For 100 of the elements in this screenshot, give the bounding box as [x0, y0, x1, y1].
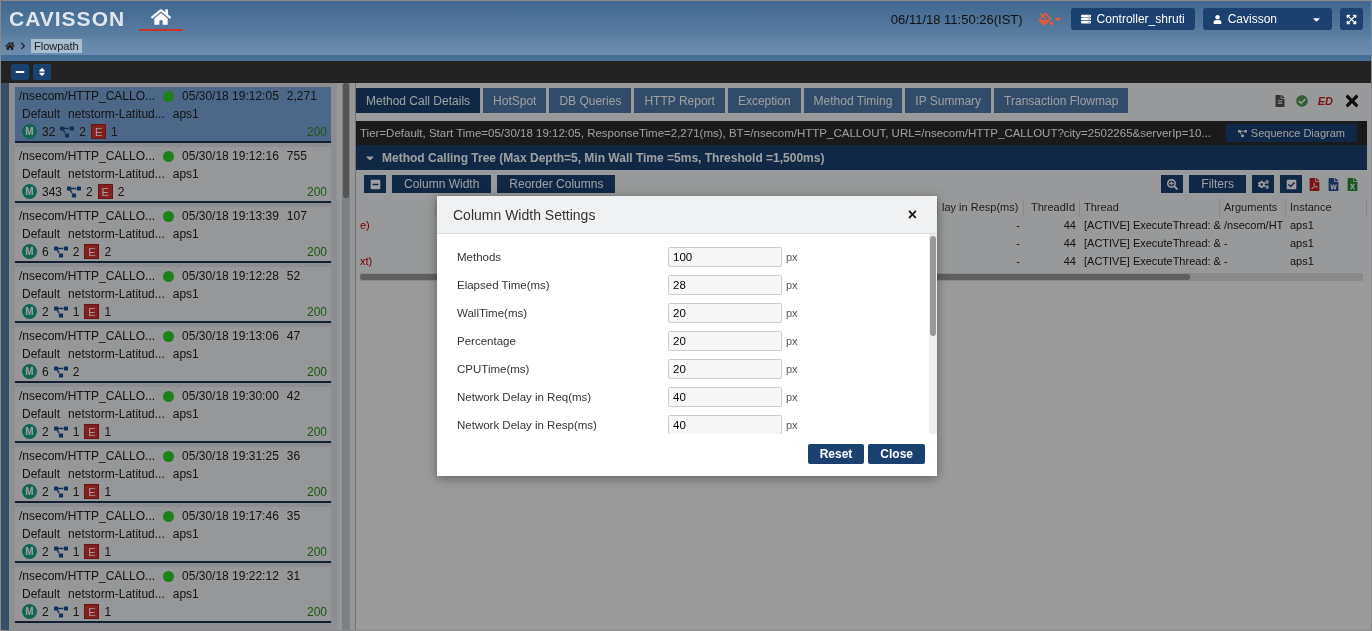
dialog-button[interactable]: Close	[868, 444, 925, 464]
method-count: 2	[42, 304, 49, 319]
method-tree-header[interactable]: Method Calling Tree (Max Depth=5, Min Wall Time =5ms, Threshold =1,500ms)	[356, 145, 1367, 170]
flowpath-card[interactable]: /nsecom/HTTP_CALLO... 05/30/18 19:13:06 47 Default netstorm-Latitud... aps1 M 6 2 200	[15, 327, 331, 383]
filters-button[interactable]: Filters	[1189, 175, 1246, 193]
method-badge: M	[22, 484, 37, 499]
column-header: ThreadId	[1024, 199, 1080, 217]
toolbar-button[interactable]: Reorder Columns	[497, 175, 616, 193]
field-label: Elapsed Time(ms)	[457, 279, 551, 291]
server-text: netstorm-Latitud...	[68, 346, 165, 361]
method-count: 6	[42, 364, 49, 379]
unit-label: px	[786, 335, 798, 347]
table-cell-text: 44	[1062, 236, 1077, 251]
field-label: Network Delay in Resp(ms)	[457, 419, 598, 431]
user-button[interactable]: Cavisson	[1202, 8, 1332, 30]
sequence-diagram-button[interactable]: Sequence Diagram	[1225, 124, 1357, 142]
status-dot	[163, 150, 175, 162]
exception-badge: E	[84, 544, 100, 559]
exception-count: 1	[104, 484, 112, 499]
home-icon[interactable]	[5, 41, 15, 51]
table-cell-text: 44	[1062, 218, 1077, 233]
check-button[interactable]	[1280, 175, 1302, 193]
hierarchy-icon	[60, 124, 75, 139]
exception-count: 1	[104, 304, 112, 319]
tab[interactable]: Transaction Flowmap	[994, 88, 1129, 113]
status-dot	[163, 270, 175, 282]
table-cell-text: [ACTIVE] ExecuteThread: &	[1083, 254, 1220, 269]
home-icon[interactable]	[139, 7, 184, 31]
method-badge: M	[22, 364, 37, 379]
field-label: Methods	[457, 251, 503, 263]
flowpath-card[interactable]: /nsecom/HTTP_CALLO... 05/30/18 19:30:00 42 Default netstorm-Latitud... aps1 M 2 1 E 1 200	[15, 387, 331, 443]
width-input[interactable]: 20	[668, 331, 782, 351]
dialog-button[interactable]: Reset	[807, 444, 865, 464]
table-cell-text: aps1	[1289, 254, 1315, 269]
instance-text: aps1	[172, 586, 199, 601]
sort-button[interactable]	[33, 64, 51, 80]
tab[interactable]: Method Call Details	[356, 88, 481, 113]
close-button[interactable]: ×	[903, 205, 921, 224]
pdf-icon[interactable]	[1308, 177, 1321, 191]
tier-text: Default	[22, 346, 61, 361]
instance-text: aps1	[172, 286, 199, 301]
server-text: netstorm-Latitud...	[68, 226, 165, 241]
width-input[interactable]: 20	[668, 303, 782, 323]
status-code: 200	[306, 124, 327, 139]
collapse-button[interactable]	[11, 64, 29, 80]
tab[interactable]: HotSpot	[483, 88, 547, 113]
width-input[interactable]: 100	[668, 247, 782, 267]
ed-icon[interactable]: ED	[1317, 94, 1333, 107]
unit-label: px	[786, 363, 798, 375]
flowpath-card[interactable]: /nsecom/HTTP_CALLO... 05/30/18 19:31:25 36 Default netstorm-Latitud... aps1 M 2 1 E 1 200	[15, 447, 331, 503]
thread-count: 2	[72, 244, 80, 259]
url-text: /nsecom/HTTP_CALLO...	[19, 269, 156, 283]
column-header: Arguments	[1220, 199, 1286, 217]
url-text: /nsecom/HTTP_CALLO...	[19, 149, 156, 163]
thread-count: 2	[86, 184, 93, 199]
zoom-in-icon	[1166, 178, 1178, 190]
method-badge: M	[22, 124, 37, 139]
url-text: /nsecom/HTTP_CALLO...	[19, 449, 156, 463]
exception-badge: E	[84, 484, 100, 499]
tab[interactable]: DB Queries	[549, 88, 632, 113]
tab[interactable]: IP Summary	[905, 88, 992, 113]
controller-button[interactable]: Controller_shruti	[1070, 8, 1195, 30]
tab[interactable]: Exception	[727, 88, 801, 113]
width-input[interactable]: 40	[668, 415, 782, 434]
width-input[interactable]: 20	[668, 359, 782, 379]
flowpath-card[interactable]: /nsecom/HTTP_CALLO... 05/30/18 19:22:12 31 Default netstorm-Latitud... aps1 M 2 1 E 1 200	[15, 567, 331, 623]
zoom-button[interactable]	[1161, 175, 1184, 193]
method-count: 2	[42, 484, 49, 499]
flowpath-card[interactable]: /nsecom/HTTP_CALLO... 05/30/18 19:12:05 2,271 Default netstorm-Latitud... aps1 M 32 2 E 1 200	[15, 87, 331, 143]
flowpath-card[interactable]: /nsecom/HTTP_CALLO... 05/30/18 19:12:28 52 Default netstorm-Latitud... aps1 M 2 1 E 1 200	[15, 267, 331, 323]
width-input[interactable]: 28	[668, 275, 782, 295]
settings-button[interactable]	[1252, 175, 1274, 193]
user-icon	[1212, 14, 1222, 24]
excel-icon[interactable]	[1346, 177, 1359, 191]
exception-badge: E	[84, 604, 100, 619]
collapse-button[interactable]	[364, 175, 386, 193]
start-time: 05/30/18 19:13:06	[182, 329, 279, 343]
toolbar-button[interactable]: Column Width	[392, 175, 492, 193]
table-cell-text: -	[1015, 218, 1021, 233]
exception-badge: E	[91, 124, 107, 139]
instance-text: aps1	[172, 166, 199, 181]
flowpath-card[interactable]: /nsecom/HTTP_CALLO... 05/30/18 19:17:46 35 Default netstorm-Latitud... aps1 M 2 1 E 1 200	[15, 507, 331, 563]
column-header: Thread	[1080, 199, 1220, 217]
tab[interactable]: Method Timing	[803, 88, 903, 113]
thread-count: 1	[72, 484, 80, 499]
breadcrumb-item[interactable]: Flowpath	[31, 39, 82, 53]
word-icon[interactable]	[1327, 177, 1340, 191]
width-input[interactable]: 40	[668, 387, 782, 407]
method-badge: M	[22, 604, 37, 619]
chevron-icon	[19, 42, 27, 50]
diagram-icon	[1237, 128, 1247, 138]
exception-count: 2	[104, 244, 112, 259]
response-time: 35	[286, 509, 301, 523]
table-cell-text: [ACTIVE] ExecuteThread: &	[1083, 218, 1220, 233]
document-icon[interactable]	[1273, 94, 1286, 107]
flowpath-card[interactable]: /nsecom/HTTP_CALLO... 05/30/18 19:12:16 755 Default netstorm-Latitud... aps1 M 343 2 E 2 200	[15, 147, 331, 203]
tier-text: Default	[22, 406, 61, 421]
tab[interactable]: HTTP Report	[634, 88, 725, 113]
flowpath-card[interactable]: /nsecom/HTTP_CALLO... 05/30/18 19:13:39 107 Default netstorm-Latitud... aps1 M 6 2 E 2 200	[15, 207, 331, 263]
expand-button[interactable]	[1340, 8, 1363, 30]
